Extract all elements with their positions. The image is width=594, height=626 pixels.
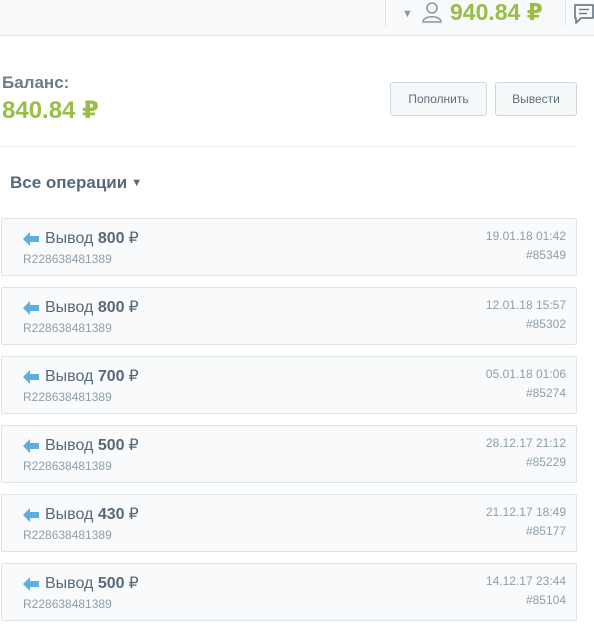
balance-amount: 840.84 ₽ <box>2 97 99 124</box>
balance-label: Баланс: <box>2 73 70 92</box>
operation-row[interactable]: Вывод 800 ₽ R228638481389 12.01.18 15:57 #85… <box>1 287 577 345</box>
operation-account: R228638481389 <box>23 459 112 473</box>
operation-id[interactable]: #85177 <box>526 524 566 538</box>
caret-down-icon: ▼ <box>131 177 143 189</box>
operation-title: Вывод 500 ₽ <box>45 575 139 593</box>
operation-type: Вывод <box>45 506 94 523</box>
operation-row[interactable]: Вывод 700 ₽ R228638481389 05.01.18 01:06 #85… <box>1 356 577 414</box>
operation-currency: ₽ <box>128 437 139 454</box>
operation-row[interactable]: Вывод 500 ₽ R228638481389 28.12.17 21:12 #85… <box>1 425 577 483</box>
operation-date: 14.12.17 23:44 <box>485 574 566 588</box>
operation-type: Вывод <box>45 230 94 247</box>
operation-id[interactable]: #85302 <box>526 317 566 331</box>
chevron-down-icon[interactable]: ▼ <box>402 9 413 20</box>
top-bar: ▼ 940.84 ₽ <box>0 0 594 36</box>
operation-type: Вывод <box>45 575 94 592</box>
operation-id[interactable]: #85349 <box>526 248 566 262</box>
operation-title: Вывод 800 ₽ <box>45 299 139 317</box>
operation-type: Вывод <box>45 299 94 316</box>
top-bar-divider <box>385 0 386 26</box>
operation-date: 12.01.18 15:57 <box>485 298 566 312</box>
operation-amount: 800 <box>97 230 125 247</box>
operation-amount: 700 <box>97 368 125 385</box>
operation-currency: ₽ <box>128 230 139 247</box>
user-icon[interactable] <box>421 1 443 23</box>
operation-title: Вывод 800 ₽ <box>45 230 139 248</box>
operation-account: R228638481389 <box>23 390 112 404</box>
arrow-left-icon <box>23 370 39 384</box>
arrow-left-icon <box>23 301 39 315</box>
operation-account: R228638481389 <box>23 528 112 542</box>
operation-account: R228638481389 <box>23 252 112 266</box>
arrow-left-icon <box>23 508 39 522</box>
operation-currency: ₽ <box>128 299 139 316</box>
chat-icon[interactable] <box>573 3 594 25</box>
operation-currency: ₽ <box>128 368 139 385</box>
operation-amount: 500 <box>97 437 125 454</box>
operation-row[interactable]: Вывод 500 ₽ R228638481389 14.12.17 23:44 #85… <box>1 563 577 621</box>
operation-id[interactable]: #85274 <box>526 386 566 400</box>
operation-row[interactable]: Вывод 430 ₽ R228638481389 21.12.17 18:49 #85… <box>1 494 577 552</box>
operation-date: 05.01.18 01:06 <box>485 367 566 381</box>
arrow-left-icon <box>23 232 39 246</box>
top-up-button[interactable]: Пополнить <box>390 82 487 116</box>
operation-currency: ₽ <box>128 575 139 592</box>
operation-type: Вывод <box>45 368 94 385</box>
operation-title: Вывод 500 ₽ <box>45 437 139 455</box>
operation-account: R228638481389 <box>23 321 112 335</box>
operation-row[interactable]: Вывод 800 ₽ R228638481389 19.01.18 01:42 #85… <box>1 218 577 276</box>
operation-title: Вывод 430 ₽ <box>45 506 139 524</box>
operations-filter-dropdown[interactable]: Все операции ▼ <box>10 173 142 195</box>
operation-id[interactable]: #85229 <box>526 455 566 469</box>
operations-list: Вывод 800 ₽ R228638481389 19.01.18 01:42 #85… <box>1 218 577 626</box>
arrow-left-icon <box>23 439 39 453</box>
top-bar-divider <box>565 0 566 26</box>
operation-type: Вывод <box>45 437 94 454</box>
operation-date: 19.01.18 01:42 <box>485 229 566 243</box>
operation-currency: ₽ <box>128 506 139 523</box>
operation-amount: 800 <box>97 299 125 316</box>
operations-filter-label: Все операции <box>10 173 128 192</box>
operation-id[interactable]: #85104 <box>526 593 566 607</box>
header-balance[interactable]: 940.84 ₽ <box>450 0 543 25</box>
operation-amount: 500 <box>97 575 125 592</box>
operation-title: Вывод 700 ₽ <box>45 368 139 386</box>
operation-date: 28.12.17 21:12 <box>485 436 566 450</box>
withdraw-button[interactable]: Вывести <box>495 82 577 116</box>
arrow-left-icon <box>23 577 39 591</box>
operation-date: 21.12.17 18:49 <box>485 505 566 519</box>
operation-amount: 430 <box>97 506 125 523</box>
divider <box>0 146 578 147</box>
operation-account: R228638481389 <box>23 597 112 611</box>
